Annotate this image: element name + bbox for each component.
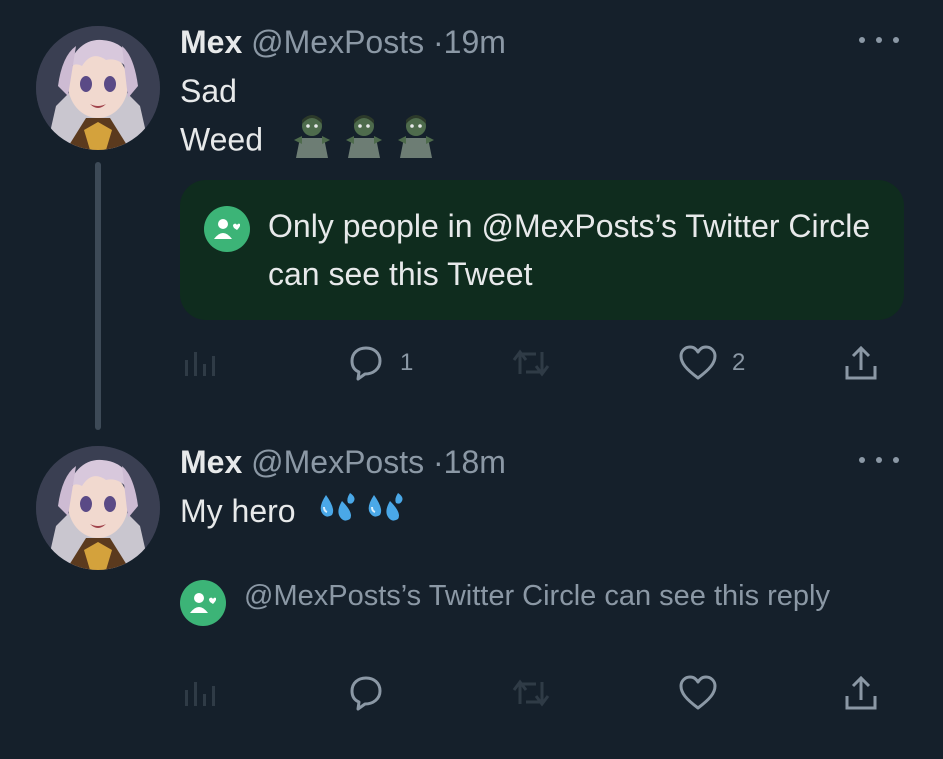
sweat-droplets-emoji (316, 491, 408, 537)
avatar[interactable] (36, 446, 160, 570)
tweet-header: Mex @MexPosts ·18m (180, 442, 506, 482)
timestamp[interactable]: 19m (444, 24, 506, 60)
tweet-text: My hero (180, 488, 408, 537)
views-icon (185, 352, 215, 376)
twitter-circle-icon (204, 206, 250, 252)
like-button[interactable]: 2 (678, 344, 745, 382)
share-icon (845, 345, 877, 380)
display-name[interactable]: Mex (180, 24, 242, 60)
retweet-icon (512, 349, 550, 377)
tweet-line: Weed (180, 121, 264, 158)
heart-icon (679, 345, 717, 380)
share-button[interactable] (842, 344, 880, 382)
username[interactable]: @MexPosts (251, 24, 424, 60)
reply-button[interactable]: 1 (346, 344, 413, 382)
more-options-icon[interactable] (859, 450, 899, 470)
reply-icon (350, 676, 382, 711)
twitter-circle-notice-text: Only people in @MexPosts’s Twitter Circl… (268, 208, 871, 292)
retweet-icon (512, 679, 550, 707)
separator: · (433, 444, 444, 480)
twitter-circle-icon (180, 580, 226, 626)
avatar[interactable] (36, 26, 160, 150)
twitter-circle-notice-text: @MexPosts’s Twitter Circle can see this … (244, 580, 831, 612)
tweet[interactable]: Mex @MexPosts ·19m Sad Weed Only people … (0, 0, 943, 440)
display-name[interactable]: Mex (180, 444, 242, 480)
heart-icon (679, 675, 717, 710)
views-button[interactable] (182, 346, 216, 378)
views-button[interactable] (182, 676, 216, 708)
reply-count: 1 (400, 349, 414, 376)
twitter-circle-notice: Only people in @MexPosts’s Twitter Circl… (180, 180, 904, 320)
tweet-actions: 1 2 (0, 340, 943, 384)
views-icon (185, 682, 215, 706)
like-button[interactable] (678, 674, 718, 712)
reply-button[interactable] (346, 674, 386, 712)
separator: · (433, 24, 444, 60)
tweet-text: Sad Weed (180, 68, 440, 170)
thread-line (95, 162, 101, 430)
tweet-line: My hero (180, 493, 296, 529)
share-button[interactable] (842, 674, 880, 712)
zombie-emoji (290, 114, 440, 170)
tweet-line-with-emoji: Weed (180, 114, 440, 170)
retweet-button[interactable] (510, 346, 552, 380)
retweet-button[interactable] (510, 676, 552, 710)
tweet-header: Mex @MexPosts ·19m (180, 22, 506, 62)
username[interactable]: @MexPosts (251, 444, 424, 480)
share-icon (845, 675, 877, 710)
tweet-line: Sad (180, 73, 237, 109)
tweet-actions (0, 670, 943, 714)
reply-icon (350, 346, 382, 381)
like-count: 2 (732, 349, 746, 376)
timestamp[interactable]: 18m (444, 444, 506, 480)
more-options-icon[interactable] (859, 30, 899, 50)
